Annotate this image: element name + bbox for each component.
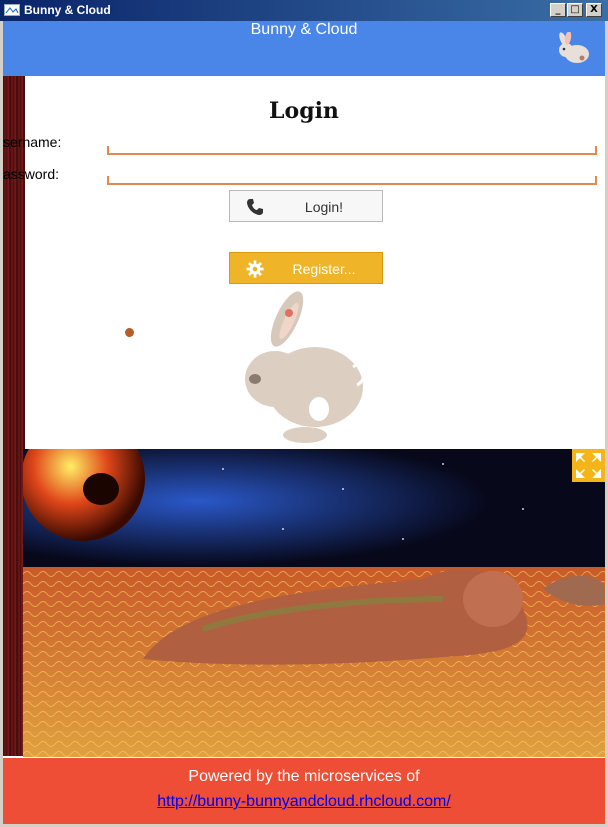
username-input[interactable] <box>109 132 599 150</box>
username-field[interactable] <box>107 132 599 155</box>
bunny-icon[interactable] <box>555 32 593 66</box>
phone-icon <box>247 199 263 215</box>
window-title: Bunny & Cloud <box>24 3 111 17</box>
3d-scene-canvas[interactable] <box>23 449 605 757</box>
password-field[interactable] <box>107 162 599 185</box>
fullscreen-button[interactable] <box>572 449 605 482</box>
footer-link[interactable]: http://bunny-bunnyandcloud.rhcloud.com/ <box>3 793 605 811</box>
login-button-label: Login! <box>304 199 344 215</box>
maximize-button[interactable]: □ <box>567 3 583 17</box>
bunny-mascot-image <box>245 291 367 443</box>
password-input[interactable] <box>109 162 599 180</box>
login-heading: Login <box>269 98 339 124</box>
gear-icon <box>246 260 264 278</box>
app-header: Bunny & Cloud <box>3 21 605 76</box>
username-label: sername: <box>3 134 62 150</box>
app-window-icon <box>4 4 20 16</box>
register-button[interactable]: Register... <box>229 252 383 284</box>
register-button-label: Register... <box>292 261 356 277</box>
footer-text: Powered by the microservices of <box>188 768 420 785</box>
close-button[interactable]: X <box>586 3 602 17</box>
app-content: Bunny & Cloud Login sername: assword: Lo… <box>3 21 605 824</box>
decorative-dot <box>125 328 134 337</box>
fullscreen-icon <box>576 453 601 478</box>
scene-render <box>23 449 605 757</box>
password-label: assword: <box>3 166 60 182</box>
window-titlebar[interactable]: Bunny & Cloud _ □ X <box>0 0 608 21</box>
minimize-button[interactable]: _ <box>550 3 566 17</box>
login-button[interactable]: Login! <box>229 190 383 222</box>
app-footer: Powered by the microservices of http://b… <box>3 758 605 824</box>
header-title: Bunny & Cloud <box>250 21 358 38</box>
